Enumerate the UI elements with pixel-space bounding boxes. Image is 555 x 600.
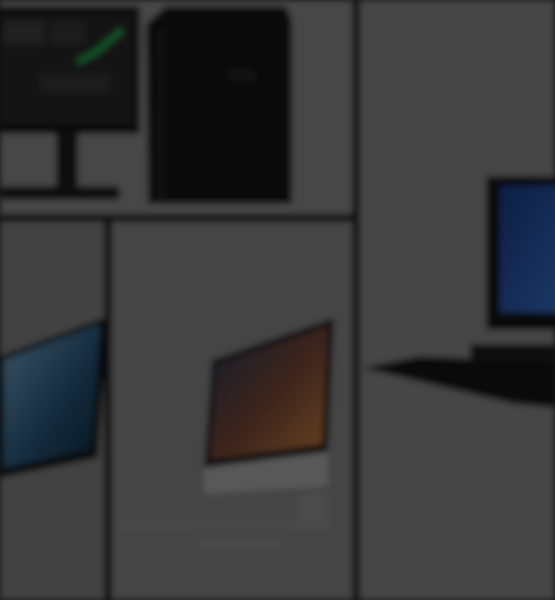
gallery-canvas (0, 0, 555, 600)
laptop-tile[interactable] (0, 222, 108, 600)
grid-divider (104, 222, 112, 600)
tower-pc-image (146, 6, 292, 204)
product-gallery (0, 0, 555, 600)
workstation-tile[interactable] (0, 0, 352, 214)
grid-divider (0, 214, 360, 222)
desktop-keyboard-tile[interactable] (360, 0, 555, 600)
all-in-one-tile[interactable] (112, 222, 352, 600)
grid-divider (352, 0, 360, 600)
